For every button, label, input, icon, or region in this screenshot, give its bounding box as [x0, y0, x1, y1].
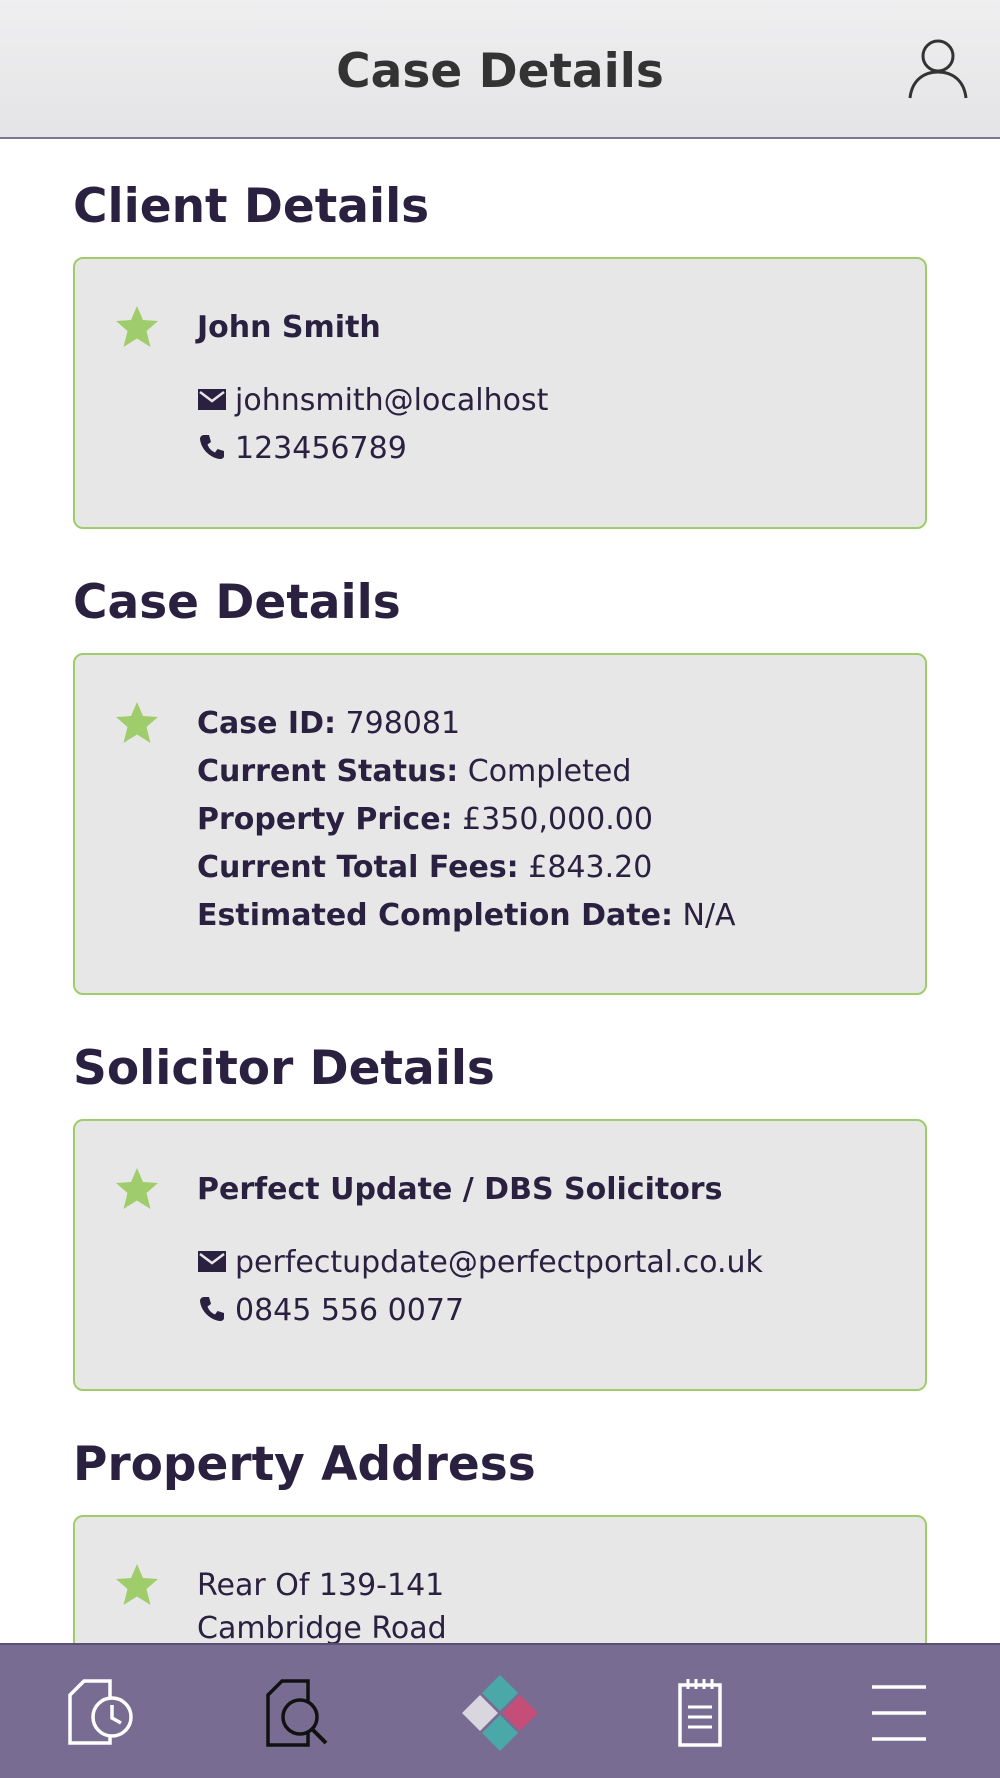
user-icon — [908, 39, 968, 99]
nav-home[interactable] — [460, 1673, 540, 1753]
solicitor-details-title: Solicitor Details — [73, 1041, 495, 1096]
case-details-title: Case Details — [73, 575, 401, 630]
menu-icon — [872, 1685, 926, 1741]
case-card: Case ID: 798081 Current Status: Complete… — [73, 653, 927, 995]
case-history-icon — [68, 1679, 133, 1745]
phone-icon — [200, 435, 224, 459]
completion-date-value: N/A — [682, 898, 736, 933]
solicitor-email: perfectupdate@perfectportal.co.uk — [235, 1245, 763, 1280]
solicitor-email-row[interactable]: perfectupdate@perfectportal.co.uk — [197, 1245, 763, 1280]
client-name: John Smith — [197, 310, 381, 345]
current-status-value: Completed — [467, 754, 632, 789]
client-email: johnsmith@localhost — [235, 383, 549, 418]
client-phone-row[interactable]: 123456789 — [197, 431, 407, 466]
nav-search-documents[interactable] — [260, 1673, 340, 1753]
address-line-2: Cambridge Road — [197, 1611, 447, 1646]
star-icon[interactable] — [113, 699, 161, 747]
client-email-row[interactable]: johnsmith@localhost — [197, 383, 548, 418]
solicitor-card: Perfect Update / DBS Solicitors perfectu… — [73, 1119, 927, 1391]
property-price-value: £350,000.00 — [462, 802, 653, 837]
total-fees-value: £843.20 — [528, 850, 653, 885]
profile-button[interactable] — [904, 34, 972, 102]
star-icon[interactable] — [113, 1165, 161, 1213]
property-price-label: Property Price: — [197, 802, 453, 837]
client-details-title: Client Details — [73, 179, 430, 234]
client-phone: 123456789 — [235, 431, 407, 466]
total-fees-label: Current Total Fees: — [197, 850, 519, 885]
completion-date-row: Estimated Completion Date: N/A — [197, 898, 736, 933]
client-card: John Smith johnsmith@localhost 123456789 — [73, 257, 927, 529]
search-documents-icon — [266, 1679, 328, 1747]
home-logo-icon — [462, 1675, 538, 1751]
property-address-title: Property Address — [73, 1437, 536, 1492]
nav-case-history[interactable] — [60, 1673, 140, 1753]
bottom-nav — [0, 1643, 1000, 1778]
nav-menu[interactable] — [860, 1673, 940, 1753]
star-icon[interactable] — [113, 303, 161, 351]
notes-icon — [678, 1679, 722, 1747]
current-status-row: Current Status: Completed — [197, 754, 631, 789]
solicitor-phone: 0845 556 0077 — [235, 1293, 465, 1328]
address-line-1: Rear Of 139-141 — [197, 1568, 445, 1603]
case-id-label: Case ID: — [197, 706, 336, 741]
case-id-row: Case ID: 798081 — [197, 706, 460, 741]
envelope-icon — [198, 1251, 226, 1272]
phone-icon — [200, 1297, 224, 1321]
app: Case Details Client Details John Smith j… — [0, 0, 1000, 1778]
total-fees-row: Current Total Fees: £843.20 — [197, 850, 652, 885]
envelope-icon — [198, 389, 226, 410]
page-title: Case Details — [336, 44, 664, 99]
completion-date-label: Estimated Completion Date: — [197, 898, 673, 933]
nav-notes[interactable] — [660, 1673, 740, 1753]
header: Case Details — [0, 0, 1000, 139]
solicitor-phone-row[interactable]: 0845 556 0077 — [197, 1293, 464, 1328]
solicitor-name: Perfect Update / DBS Solicitors — [197, 1172, 723, 1207]
current-status-label: Current Status: — [197, 754, 459, 789]
case-id-value: 798081 — [345, 706, 461, 741]
star-icon[interactable] — [113, 1561, 161, 1609]
property-price-row: Property Price: £350,000.00 — [197, 802, 653, 837]
